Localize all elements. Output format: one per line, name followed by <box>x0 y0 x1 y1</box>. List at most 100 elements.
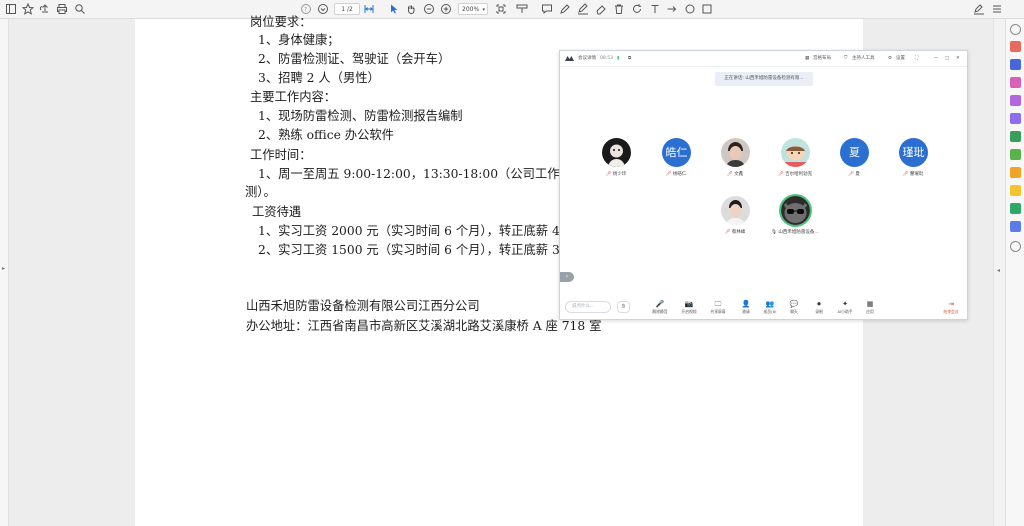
camera-icon: 📷 <box>684 300 694 308</box>
ai-assistant-button[interactable]: ✦ AI小助手 <box>834 300 856 317</box>
minimize-icon[interactable]: — <box>934 56 939 62</box>
doc-line: 1、周一至周五 9:00-12:00，13:30-18:00（公司工作轻 <box>258 167 572 181</box>
record-button[interactable]: ⏺ 录制 <box>808 300 830 317</box>
shield-icon[interactable]: ⛉ <box>844 56 847 62</box>
doc-line: 2、实习工资 1500 元（实习时间 6 个月），转正底薪 3 <box>258 243 560 257</box>
settings-button[interactable]: 设置 <box>896 56 905 62</box>
avatar: 皓仁 <box>662 138 691 167</box>
left-panel-toggle[interactable]: ▸ <box>0 19 9 526</box>
chat-collapse-toggle[interactable]: › <box>560 272 574 282</box>
right-panel-toggle[interactable]: ◂ <box>993 19 1005 526</box>
meeting-controls: 说点什么... ✋︎ 🎤 解除静音 📷 开启视频 🖵 共享屏幕 👤 邀请 👥 成… <box>560 297 967 319</box>
reader-toolbar: ? 1 /2 200% ▾ <box>0 0 1024 19</box>
fit-page-icon[interactable] <box>363 3 375 15</box>
word-convert-icon[interactable] <box>1010 59 1021 70</box>
underline-pen-icon[interactable] <box>577 3 589 15</box>
participant-name: 夏 <box>855 172 860 177</box>
select-cursor-icon[interactable] <box>388 3 400 15</box>
search-tool-icon[interactable] <box>1010 24 1021 35</box>
ai-assistant-icon: ✦ <box>842 300 848 308</box>
rectangle-tool-icon[interactable] <box>701 3 713 15</box>
search-icon[interactable] <box>74 3 86 15</box>
chat-button[interactable]: 💬 聊天 <box>783 300 805 317</box>
doc-line: 2、防雷检测证、驾驶证（会开车） <box>258 52 451 66</box>
apps-button[interactable]: ▦ 应用 <box>859 300 881 317</box>
invite-label: 邀请 <box>742 309 750 314</box>
doc-line: 2、熟练 office 办公软件 <box>258 128 394 142</box>
panel-icon[interactable] <box>5 3 17 15</box>
participant-name: 山西禾旭防雷设备... <box>778 230 819 235</box>
pop-out-icon[interactable]: ⧉ <box>628 56 631 62</box>
circle-tool-icon[interactable] <box>684 3 696 15</box>
stamp-icon[interactable] <box>1010 167 1021 178</box>
fullscreen-icon[interactable]: ⛶ <box>915 56 918 62</box>
protect-icon[interactable] <box>1010 221 1021 232</box>
invite-button[interactable]: 👤 邀请 <box>735 300 757 317</box>
tools-settings-icon[interactable] <box>1010 241 1021 252</box>
raise-hand-icon[interactable]: ✋︎ <box>617 301 630 313</box>
zoom-out-icon[interactable] <box>423 3 435 15</box>
participant-name: 杨少玲 <box>612 172 627 177</box>
excel-convert-icon[interactable] <box>1010 131 1021 142</box>
host-tools-button[interactable]: 主持人工具 <box>852 56 875 62</box>
rotate-icon[interactable] <box>631 3 643 15</box>
annotate-icon[interactable] <box>1010 113 1021 124</box>
avatar <box>781 196 810 225</box>
page-number-field[interactable]: 1 /2 <box>334 3 360 15</box>
zoom-in-icon[interactable] <box>440 3 452 15</box>
organize-pages-icon[interactable] <box>1010 77 1021 88</box>
print-tool-icon[interactable] <box>1010 203 1021 214</box>
close-icon[interactable]: ✕ <box>956 56 960 62</box>
delete-icon[interactable] <box>613 3 625 15</box>
chat-input[interactable]: 说点什么... <box>565 301 611 313</box>
comment-icon[interactable] <box>541 3 553 15</box>
ruler-icon[interactable] <box>516 3 528 15</box>
share-screen-button[interactable]: 🖵 共享屏幕 <box>707 300 729 317</box>
share-screen-icon: 🖵 <box>714 300 722 308</box>
doc-line: 1、实习工资 2000 元（实习时间 6 个月），转正底薪 4 <box>258 224 560 238</box>
signal-icon: ▮ <box>617 56 620 61</box>
compress-icon[interactable] <box>1010 149 1021 160</box>
meeting-info-label[interactable]: 会议详情 <box>578 56 596 62</box>
layout-button[interactable]: 宫格布局 <box>813 56 831 62</box>
highlight-pen-icon[interactable] <box>559 3 571 15</box>
page-layout-icon[interactable] <box>495 3 507 15</box>
text-tool-icon[interactable] <box>649 3 661 15</box>
start-video-button[interactable]: 📷 开启视频 <box>678 300 700 317</box>
note-icon[interactable] <box>1010 185 1021 196</box>
upload-icon[interactable] <box>39 3 51 15</box>
page-total: /2 <box>346 6 353 13</box>
participant-name: 蔡林峰 <box>731 230 746 235</box>
meeting-timer: 08:53 <box>600 56 613 61</box>
hand-tool-icon[interactable] <box>405 3 417 15</box>
sign-icon[interactable] <box>973 3 985 15</box>
invite-icon: 👤 <box>741 300 751 308</box>
pdf-convert-icon[interactable] <box>1010 41 1021 52</box>
grid-layout-icon[interactable]: ▦ <box>805 56 809 62</box>
start-video-label: 开启视频 <box>681 309 697 314</box>
bookmark-star-icon[interactable] <box>22 3 34 15</box>
eraser-icon[interactable] <box>595 3 607 15</box>
chat-label: 聊天 <box>790 309 798 314</box>
avatar: 夏 <box>840 138 869 167</box>
participant-name: 杨皓仁 <box>672 172 687 177</box>
members-button[interactable]: 👥 成员(8) <box>759 300 781 317</box>
page-down-icon[interactable] <box>317 3 329 15</box>
unmute-button[interactable]: 🎤 解除静音 <box>649 300 671 317</box>
more-icon[interactable] <box>991 3 1003 15</box>
end-meeting-button[interactable]: ⇥ 结束会议 <box>940 300 962 317</box>
gear-icon[interactable]: ⚙ <box>888 56 892 62</box>
apps-label: 应用 <box>866 309 874 314</box>
chevron-down-icon: ▾ <box>482 7 485 13</box>
maximize-icon[interactable]: □ <box>945 56 949 62</box>
mic-muted-icon: 🎤 <box>655 300 665 308</box>
share-screen-label: 共享屏幕 <box>710 309 726 314</box>
zoom-select[interactable]: 200% ▾ <box>458 3 488 15</box>
print-icon[interactable] <box>56 3 68 15</box>
mic-on-icon: 🎙︎ <box>771 230 777 235</box>
doc-heading-duties: 主要工作内容： <box>250 90 337 104</box>
mic-muted-icon: 🎤︎ <box>902 172 909 177</box>
chevron-right-icon: › <box>565 273 569 280</box>
arrow-tool-icon[interactable] <box>666 3 678 15</box>
edit-pdf-icon[interactable] <box>1010 95 1021 106</box>
